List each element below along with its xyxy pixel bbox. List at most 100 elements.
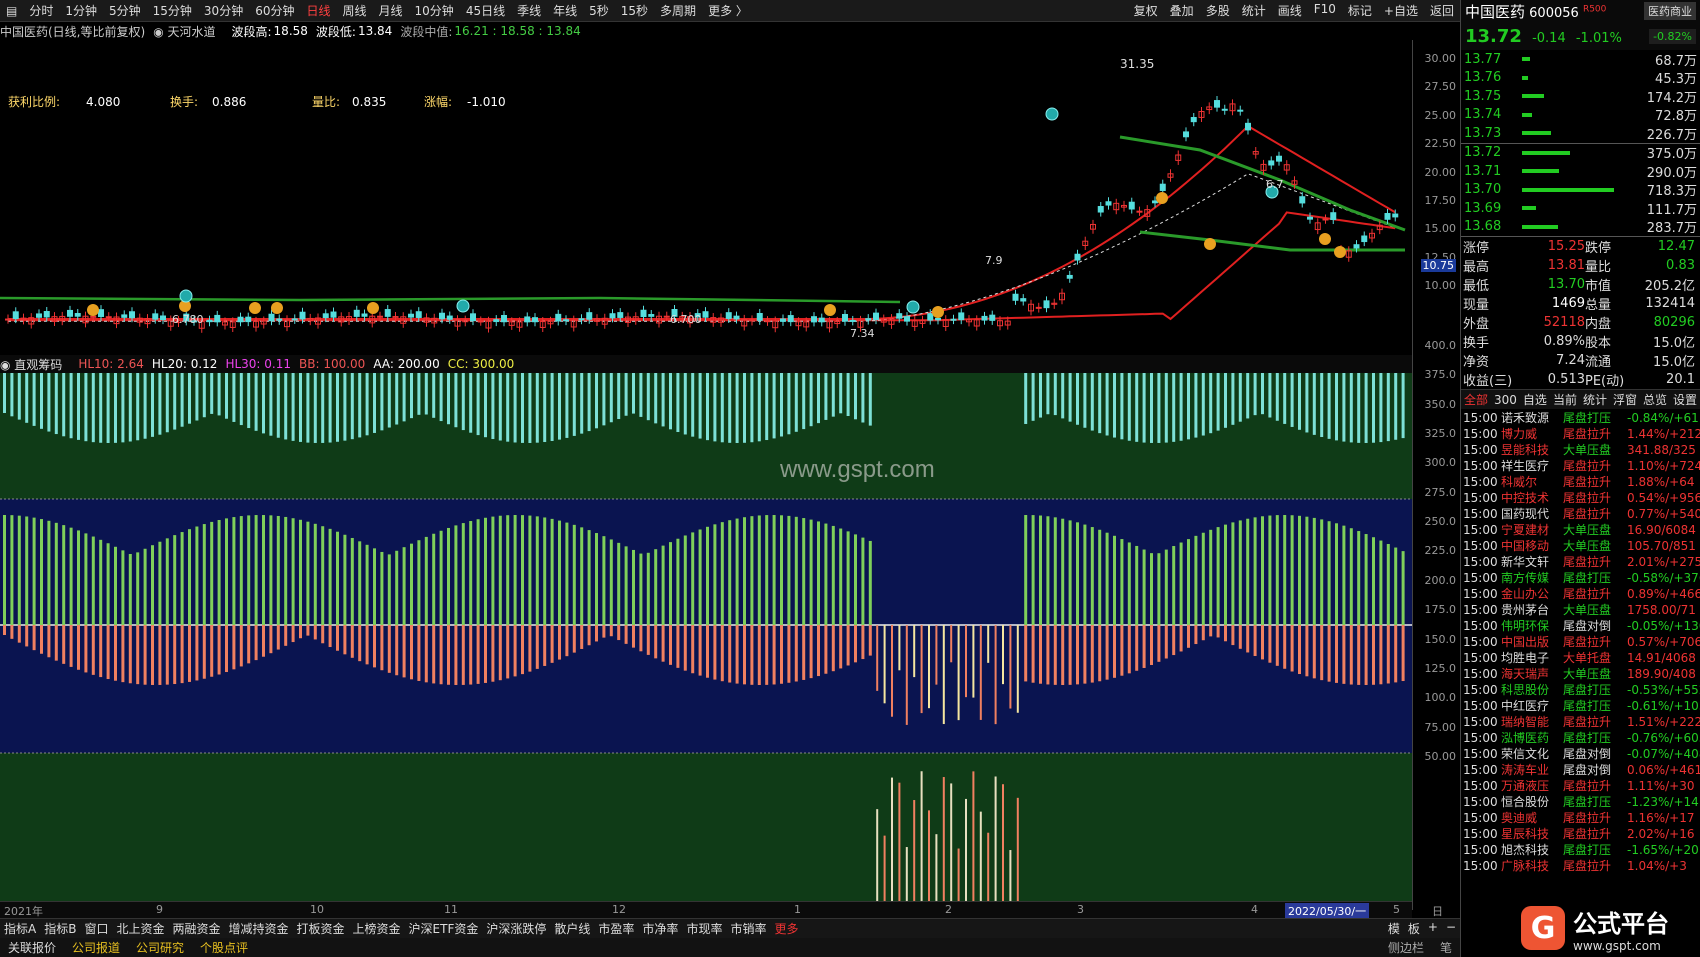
tick-row[interactable]: 15:00 宁夏建材 大单压盘 16.90/6084 [1461,521,1700,538]
sidebar-toggle[interactable]: 侧边栏 [1380,939,1432,956]
panel-control[interactable]: − [1442,920,1460,937]
tick-tab[interactable]: 设置 [1670,391,1700,408]
indicator-tab[interactable]: 增减持资金 [225,920,293,937]
period-tab[interactable]: 日线 [300,2,336,19]
tick-tab[interactable]: 自选 [1520,391,1550,408]
period-tab[interactable]: 周线 [337,2,373,19]
tick-tab[interactable]: 总览 [1640,391,1670,408]
tick-row[interactable]: 15:00 均胜电子 大单托盘 14.91/4068 [1461,649,1700,666]
tick-row[interactable]: 15:00 科威尔 尾盘拉升 1.88%/+64 [1461,473,1700,490]
tick-tab[interactable]: 300 [1491,393,1520,407]
tick-row[interactable]: 15:00 星辰科技 尾盘拉升 2.02%/+16 [1461,825,1700,842]
info-tab[interactable]: 个股点评 [192,939,256,956]
tick-row[interactable]: 15:00 海天瑞声 大单压盘 189.90/408 [1461,665,1700,682]
period-tab[interactable]: 60分钟 [249,2,300,19]
indicator-tab[interactable]: 散户线 [550,920,594,937]
tick-cell: 0.57%/+7067 [1627,634,1700,649]
tick-row[interactable]: 15:00 金山办公 尾盘拉升 0.89%/+466 [1461,585,1700,602]
period-tab[interactable]: 分时 [23,2,59,19]
toolbar-right-item[interactable]: 标记 [1342,2,1378,19]
period-tab[interactable]: 多周期 [654,2,702,19]
period-tab[interactable]: 1分钟 [59,2,103,19]
info-tab[interactable]: 公司报道 [64,939,128,956]
tick-row[interactable]: 15:00新华文轩尾盘拉升 2.01%/+2759 [1461,553,1700,570]
indicator-name[interactable]: ◉ 天河水道 [153,23,223,40]
period-tab[interactable]: 30分钟 [198,2,249,19]
tick-row[interactable]: 15:00 科思股份 尾盘打压 -0.53%/+552 [1461,681,1700,698]
toolbar-right-item[interactable]: 多股 [1200,2,1236,19]
chip-indicator-name[interactable]: ◉ 直观筹码 [0,356,70,373]
tick-row[interactable]: 15:00 博力威 尾盘拉升 1.44%/+212 [1461,425,1700,442]
chip-bar-green [506,515,510,625]
period-tab[interactable]: 45日线 [460,2,511,19]
tick-row[interactable]: 15:00 伟明环保 尾盘对倒 -0.05%/+130 [1461,617,1700,634]
period-tab[interactable]: 15分钟 [147,2,198,19]
tick-row[interactable]: 15:00 恒合股份 尾盘打压 -1.23%/+14 [1461,793,1700,810]
period-tab[interactable]: 5秒 [583,2,615,19]
tick-row[interactable]: 15:00 昱能科技 大单压盘 341.88/325 [1461,441,1700,458]
tick-row[interactable]: 15:00 中控技术 尾盘拉升 0.54%/+956 [1461,489,1700,506]
chip-bar-green [358,541,362,625]
indicator-tab[interactable]: 两融资金 [168,920,224,937]
indicator-tab[interactable]: 更多 [770,920,802,937]
indicator-tab[interactable]: 沪深ETF资金 [405,920,483,937]
toolbar-right-item[interactable]: 画线 [1272,2,1308,19]
tick-row[interactable]: 15:00中国出版尾盘拉升 0.57%/+7067 [1461,633,1700,650]
tick-tab[interactable]: 全部 [1461,391,1491,408]
stat-cell: 最高 [1463,260,1490,275]
indicator-tab[interactable]: 指标B [40,920,80,937]
period-tab[interactable]: 15秒 [615,2,654,19]
tick-row[interactable]: 15:00 瑞纳智能 尾盘拉升 1.51%/+222 [1461,713,1700,730]
menu-icon[interactable]: ▤ [0,4,23,18]
toolbar-right-item[interactable]: 统计 [1236,2,1272,19]
info-tab[interactable]: 关联报价 [0,939,64,956]
toolbar-right-item[interactable]: F10 [1308,2,1342,19]
tick-row[interactable]: 15:00 中红医疗 尾盘打压 -0.61%/+105 [1461,697,1700,714]
tick-tab[interactable]: 当前 [1550,391,1580,408]
chart-area[interactable]: www.gspt.com 获利比例: 4.080 换手: 0.886 量比: 0… [0,40,1412,910]
indicator-tab[interactable]: 市销率 [726,920,770,937]
tick-row[interactable]: 15:00 涛涛车业 尾盘对倒 0.06%/+461 [1461,761,1700,778]
toolbar-right-item[interactable]: 复权 [1128,2,1164,19]
tick-row[interactable]: 15:00 奥迪威 尾盘拉升 1.16%/+17 [1461,809,1700,826]
chip-bar-red [957,625,960,721]
tick-row[interactable]: 15:00 荣信文化 尾盘对倒 -0.07%/+408 [1461,745,1700,762]
indicator-tab[interactable]: 窗口 [80,920,112,937]
tick-row[interactable]: 15:00 诺禾致源 尾盘打压 -0.84%/+611 [1461,409,1700,426]
indicator-tab[interactable]: 指标A [0,920,40,937]
tick-row[interactable]: 15:00 中国移动 大单压盘 105.70/851 [1461,537,1700,554]
period-tab[interactable]: 10分钟 [409,2,460,19]
indicator-tab[interactable]: 打板资金 [293,920,349,937]
indicator-tab[interactable]: 沪深涨跌停 [482,920,550,937]
tick-row[interactable]: 15:00 广脉科技 尾盘拉升 1.04%/+3 [1461,857,1700,874]
period-tab[interactable]: 季线 [511,2,547,19]
sector-button[interactable]: 医药商业 [1644,2,1696,20]
panel-control[interactable]: 板 [1404,920,1424,937]
tick-row[interactable]: 15:00 南方传媒 尾盘打压 -0.58%/+376 [1461,569,1700,586]
toolbar-right-item[interactable]: 返回 [1424,2,1460,19]
tick-tab[interactable]: 统计 [1580,391,1610,408]
period-tab[interactable]: 月线 [373,2,409,19]
indicator-tab[interactable]: 市现率 [682,920,726,937]
toolbar-right-item[interactable]: 叠加 [1164,2,1200,19]
chip-bar-red [1164,625,1168,659]
toolbar-right-item[interactable]: +自选 [1378,2,1424,19]
period-tab[interactable]: 更多 〉 [702,2,754,19]
tick-row[interactable]: 15:00国药现代尾盘拉升 0.77%/+5404 [1461,505,1700,522]
tick-row[interactable]: 15:00 祥生医疗 尾盘拉升 1.10%/+724 [1461,457,1700,474]
indicator-tab[interactable]: 市净率 [638,920,682,937]
period-tab[interactable]: 年线 [547,2,583,19]
pen-button[interactable]: 笔 [1432,939,1460,956]
tick-row[interactable]: 15:00 旭杰科技 尾盘打压 -1.65%/+20 [1461,841,1700,858]
tick-tab[interactable]: 浮窗 [1610,391,1640,408]
indicator-tab[interactable]: 北上资金 [112,920,168,937]
panel-control[interactable]: 模 [1384,920,1404,937]
indicator-tab[interactable]: 市盈率 [594,920,638,937]
panel-control[interactable]: + [1424,920,1442,937]
tick-row[interactable]: 15:00 万通液压 尾盘拉升 1.11%/+30 [1461,777,1700,794]
tick-row[interactable]: 15:00 泓博医药 尾盘打压 -0.76%/+605 [1461,729,1700,746]
indicator-tab[interactable]: 上榜资金 [349,920,405,937]
info-tab[interactable]: 公司研究 [128,939,192,956]
tick-row[interactable]: 15:00 贵州茅台 大单压盘 1758.00/71 [1461,601,1700,618]
period-tab[interactable]: 5分钟 [103,2,147,19]
